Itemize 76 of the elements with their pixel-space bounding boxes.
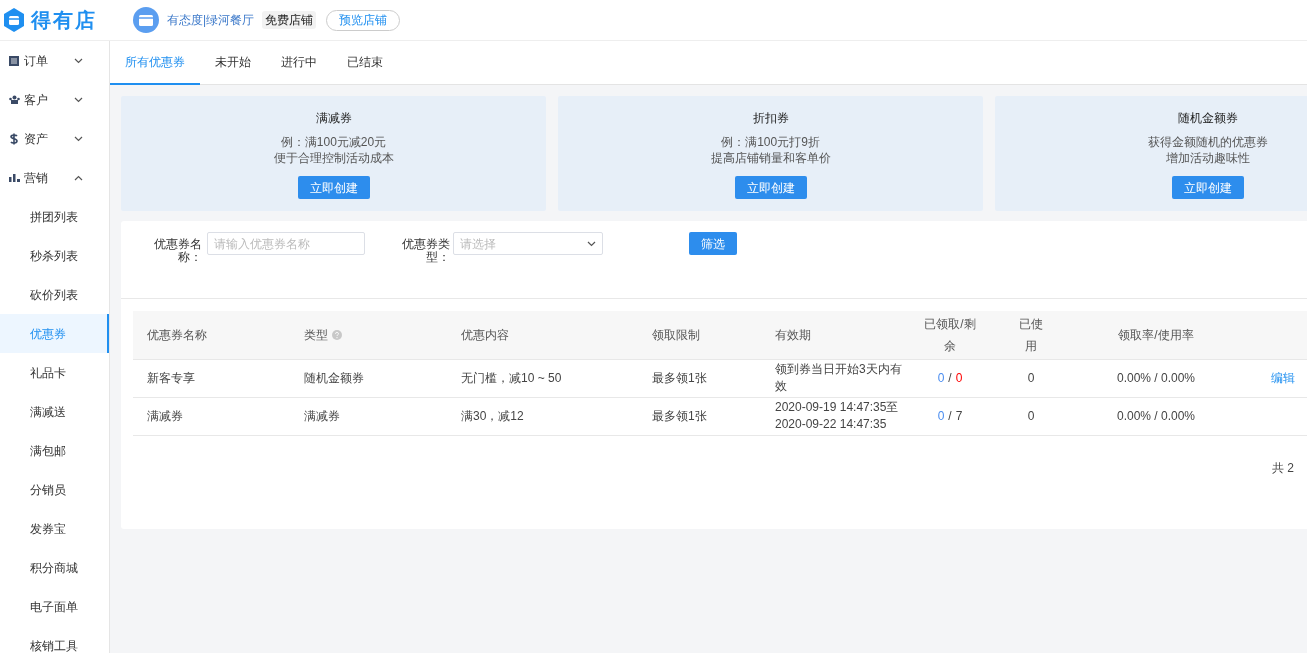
- table-cell: 最多领1张: [652, 409, 707, 423]
- sidebar-item[interactable]: 礼品卡: [0, 353, 109, 392]
- sidebar-item[interactable]: 满包邮: [0, 431, 109, 470]
- table-cell: 领到券当日开始3天内有效: [775, 362, 902, 393]
- sidebar-group[interactable]: 订单: [0, 41, 109, 80]
- received-count: 0: [937, 409, 945, 423]
- card-description: 例：满100元打9折: [721, 134, 820, 150]
- sidebar-item[interactable]: 发券宝: [0, 509, 109, 548]
- sidebar-item[interactable]: 秒杀列表: [0, 236, 109, 275]
- coupon-name-field[interactable]: 请输入优惠券名称: [207, 232, 365, 255]
- card-title: 折扣券: [752, 110, 789, 127]
- sidebar-item[interactable]: 满减送: [0, 392, 109, 431]
- sidebar-item[interactable]: 积分商城: [0, 548, 109, 587]
- sidebar-group[interactable]: 营销: [0, 158, 109, 197]
- column-header: 优惠券名称: [147, 326, 207, 344]
- store-name: 有态度|绿河餐厅: [167, 12, 255, 29]
- chevron-down-icon: [587, 240, 596, 247]
- filter-tab[interactable]: 所有优惠券: [110, 41, 200, 85]
- table-cell: 0.00% / 0.00%: [1116, 371, 1196, 385]
- table-cell: 2020-09-19 14:47:35至2020-09-22 14:47:35: [775, 400, 899, 431]
- column-header: 有效期: [775, 326, 811, 344]
- card-description: 便于合理控制活动成本: [273, 150, 394, 166]
- column-header: 优惠内容: [461, 326, 509, 344]
- count-separator: /: [948, 409, 952, 423]
- table-cell: 0: [1027, 371, 1035, 385]
- sidebar-group[interactable]: 资产: [0, 119, 109, 158]
- column-header: 已使用: [1018, 315, 1044, 355]
- table-cell: 满30，减12: [461, 409, 524, 423]
- sidebar-item[interactable]: 拼团列表: [0, 197, 109, 236]
- help-icon: [332, 329, 342, 340]
- field-label: 优惠券类型：: [401, 238, 450, 264]
- chevron-up-icon: [74, 174, 83, 181]
- table-cell: 最多领1张: [652, 371, 707, 385]
- dollar-icon: [9, 132, 19, 145]
- card-title: 满减券: [315, 110, 352, 127]
- column-header: 领取限制: [652, 326, 700, 344]
- field-label: 优惠券名称：: [153, 238, 202, 264]
- brand-name: 得有店: [31, 8, 97, 33]
- table-cell: 满减券: [147, 409, 183, 423]
- count-separator: /: [948, 371, 952, 385]
- remaining-count: 7: [955, 409, 963, 423]
- table-cell: 满减券: [304, 409, 340, 423]
- chevron-down-icon: [74, 135, 83, 142]
- pagination-total: 共 2: [1272, 460, 1294, 475]
- table-cell: 无门槛，减10 ~ 50: [461, 371, 562, 385]
- sidebar-group[interactable]: 客户: [0, 80, 109, 119]
- filter-tab[interactable]: 已结束: [332, 41, 398, 85]
- table-cell: 随机金额券: [304, 371, 364, 385]
- store-avatar-icon: [133, 7, 159, 33]
- logo-icon: [3, 8, 25, 32]
- card-title: 随机金额券: [1177, 110, 1238, 127]
- list-icon: [9, 55, 19, 66]
- sidebar-item[interactable]: 核销工具: [0, 626, 109, 653]
- card-description: 获得金额随机的优惠券: [1147, 134, 1268, 150]
- card-description: 例：满100元减20元: [280, 134, 387, 150]
- users-icon: [9, 95, 20, 104]
- chevron-down-icon: [74, 57, 83, 64]
- sidebar-item[interactable]: 电子面单: [0, 587, 109, 626]
- filter-tab[interactable]: 进行中: [266, 41, 332, 85]
- chevron-down-icon: [74, 96, 83, 103]
- sidebar-item[interactable]: 分销员: [0, 470, 109, 509]
- column-header: 领取率/使用率: [1118, 326, 1194, 344]
- table-cell: 新客专享: [147, 371, 195, 385]
- card-description: 增加活动趣味性: [1165, 150, 1250, 166]
- edit-link[interactable]: 编辑: [1271, 371, 1295, 385]
- remaining-count: 0: [955, 371, 963, 385]
- table-cell: 0.00% / 0.00%: [1116, 409, 1196, 423]
- store-plan-badge: 免费店铺: [262, 11, 317, 29]
- column-header: 类型: [304, 326, 328, 344]
- sidebar-item[interactable]: 砍价列表: [0, 275, 109, 314]
- bar-chart-icon: [9, 173, 20, 182]
- column-header: 已领取/剩余: [923, 315, 977, 355]
- received-count: 0: [937, 371, 945, 385]
- filter-tab[interactable]: 未开始: [200, 41, 266, 85]
- table-cell: 0: [1027, 409, 1035, 423]
- card-description: 提高店铺销量和客单价: [710, 150, 831, 166]
